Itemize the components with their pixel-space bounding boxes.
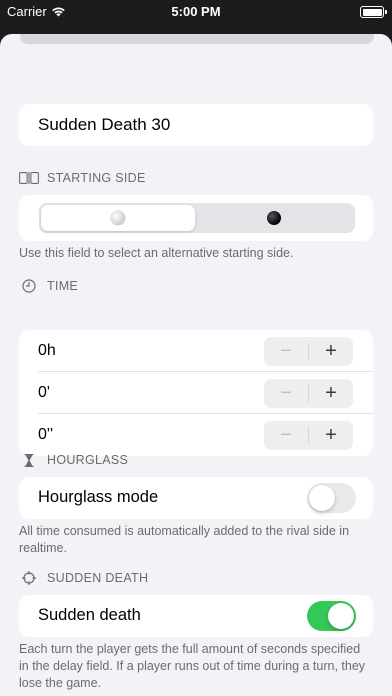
seconds-increment-button[interactable]: +: [309, 421, 353, 450]
sudden-death-header: SUDDEN DEATH: [19, 571, 148, 585]
hourglass-mode-label: Hourglass mode: [38, 488, 159, 506]
sudden-death-card: Sudden death: [19, 595, 373, 637]
hourglass-card: Hourglass mode: [19, 477, 373, 519]
time-seconds-value: 0'': [38, 426, 54, 443]
white-stone-icon: [111, 211, 125, 225]
hourglass-icon: [19, 453, 39, 467]
hourglass-header: HOURGLASS: [19, 453, 128, 467]
sudden-death-title: SUDDEN DEATH: [47, 571, 149, 585]
starting-side-card: [19, 195, 373, 241]
side-toggle-icon: [19, 171, 39, 185]
hourglass-footer: All time consumed is automatically added…: [19, 524, 350, 555]
starting-side-title: STARTING SIDE: [47, 171, 146, 185]
time-row-minutes: 0' − +: [19, 372, 373, 414]
sudden-death-toggle[interactable]: [307, 601, 356, 631]
settings-sheet: Sudden Death 30 STARTING SIDE Use this f…: [0, 34, 392, 696]
sheet-grabber[interactable]: [20, 34, 374, 44]
time-title: TIME: [47, 279, 79, 293]
name-field[interactable]: Sudden Death 30: [38, 115, 170, 135]
hours-decrement-button[interactable]: −: [264, 337, 308, 366]
minutes-increment-button[interactable]: +: [309, 379, 353, 408]
hours-stepper: − +: [264, 337, 353, 366]
sudden-death-label: Sudden death: [38, 606, 141, 624]
time-row-hours: 0h − +: [19, 330, 373, 372]
time-hours-value: 0h: [38, 342, 56, 359]
starting-side-header: STARTING SIDE: [19, 171, 146, 185]
starting-side-segmented-control[interactable]: [39, 203, 355, 233]
status-bar: Carrier 5:00 PM: [0, 0, 392, 24]
minutes-decrement-button[interactable]: −: [264, 379, 308, 408]
time-header: TIME: [19, 279, 78, 293]
time-card: 0h − + 0' − + 0'' − +: [19, 330, 373, 456]
battery-icon: [360, 6, 387, 18]
clock-icon: [19, 279, 39, 293]
black-stone-icon: [267, 211, 281, 225]
status-time: 5:00 PM: [171, 4, 221, 19]
starting-side-footer: Use this field to select an alternative …: [19, 246, 294, 260]
hourglass-mode-toggle[interactable]: [307, 483, 356, 513]
time-minutes-value: 0': [38, 384, 50, 401]
minutes-stepper: − +: [264, 379, 353, 408]
name-field-card[interactable]: Sudden Death 30: [19, 104, 373, 146]
seconds-stepper: − +: [264, 421, 353, 450]
segment-white[interactable]: [41, 205, 195, 231]
hourglass-title: HOURGLASS: [47, 453, 129, 467]
crosshair-icon: [19, 571, 39, 585]
hours-increment-button[interactable]: +: [309, 337, 353, 366]
sudden-death-footer: Each turn the player gets the full amoun…: [19, 642, 366, 690]
segment-black[interactable]: [197, 205, 351, 231]
seconds-decrement-button[interactable]: −: [264, 421, 308, 450]
time-row-seconds: 0'' − +: [19, 414, 373, 456]
